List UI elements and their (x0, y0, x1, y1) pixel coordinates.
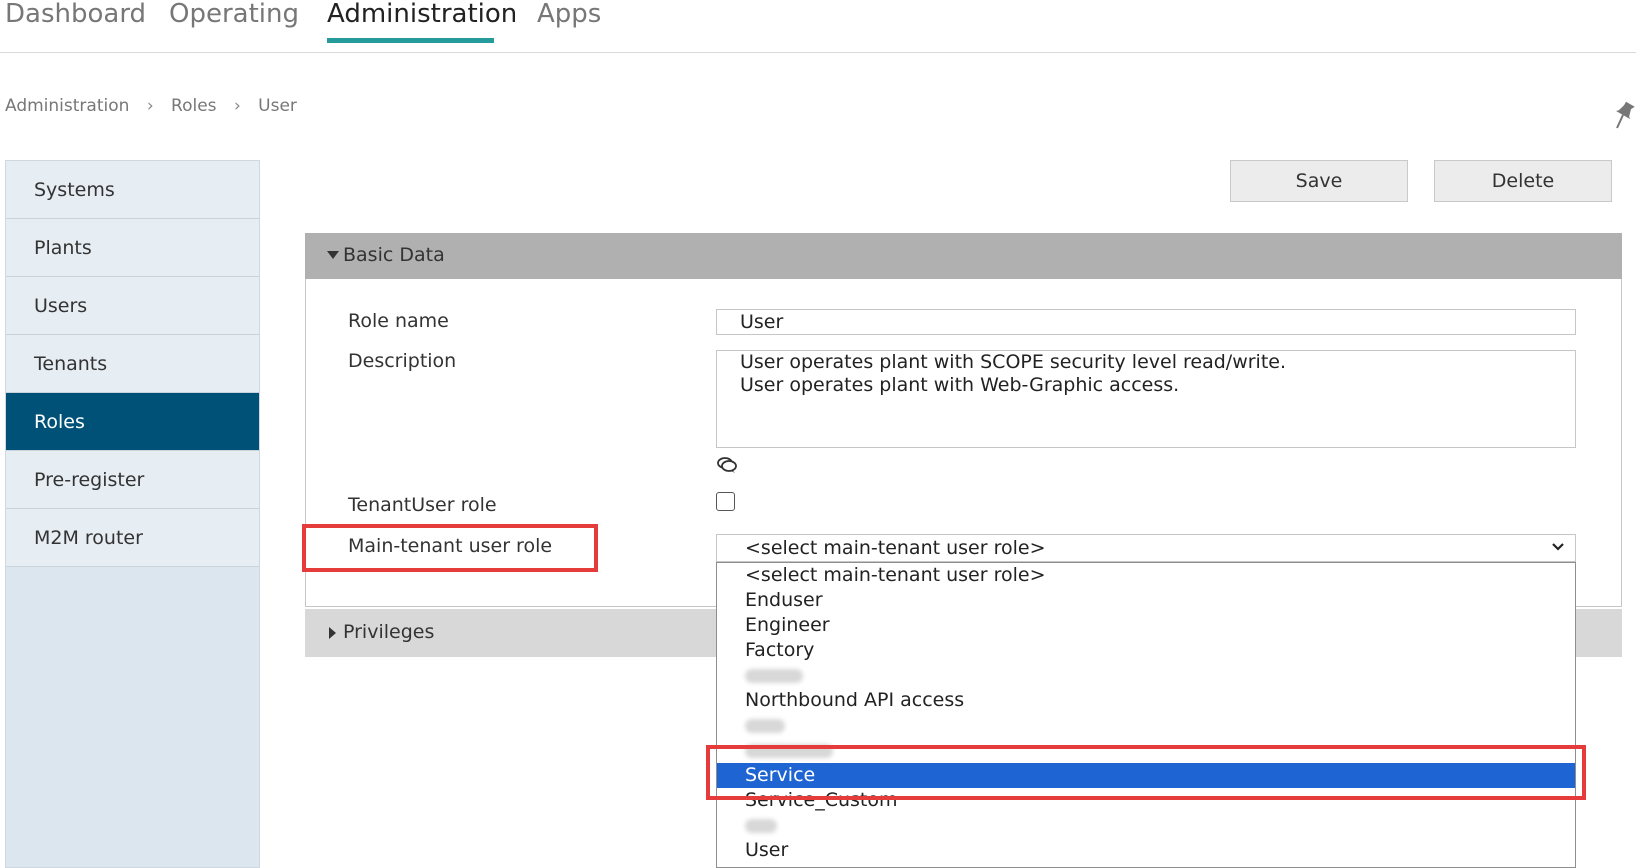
tab-apps[interactable]: Apps (537, 0, 601, 32)
breadcrumb-user: User (258, 96, 297, 116)
tenant-user-role-label: TenantUser role (348, 494, 497, 516)
delete-button[interactable]: Delete (1434, 160, 1612, 202)
caret-right-icon (329, 627, 336, 639)
sidebar-item-roles[interactable]: Roles (6, 393, 259, 451)
tab-operating[interactable]: Operating (169, 0, 299, 32)
highlight-box-service (706, 745, 1586, 800)
sidebar-item-m2m-router[interactable]: M2M router (6, 509, 259, 567)
dropdown-option-redacted[interactable] (717, 813, 1575, 838)
breadcrumb: Administration › Roles › User (5, 96, 297, 116)
top-navigation: Dashboard Operating Administration Apps (0, 0, 1636, 53)
sidebar-item-systems[interactable]: Systems (6, 161, 259, 219)
chevron-right-icon: › (233, 96, 241, 116)
breadcrumb-roles[interactable]: Roles (171, 96, 217, 116)
dropdown-option[interactable]: Engineer (717, 613, 1575, 638)
sidebar-item-plants[interactable]: Plants (6, 219, 259, 277)
dropdown-option-redacted[interactable] (717, 713, 1575, 738)
tab-administration[interactable]: Administration (327, 0, 517, 32)
main-tenant-role-dropdown-list: <select main-tenant user role> Enduser E… (716, 562, 1576, 868)
role-name-label: Role name (348, 310, 449, 332)
privileges-title: Privileges (343, 621, 435, 643)
sidebar: Systems Plants Users Tenants Roles Pre-r… (5, 160, 260, 868)
dropdown-option[interactable]: Northbound API access (717, 688, 1575, 713)
breadcrumb-administration[interactable]: Administration (5, 96, 129, 116)
comment-icon[interactable] (716, 456, 738, 474)
tenant-user-role-checkbox[interactable] (716, 492, 735, 511)
select-current-value: <select main-tenant user role> (745, 537, 1046, 559)
sidebar-item-users[interactable]: Users (6, 277, 259, 335)
active-tab-indicator (327, 38, 494, 43)
dropdown-option[interactable]: Enduser (717, 588, 1575, 613)
dropdown-option-redacted[interactable] (717, 663, 1575, 688)
dropdown-option[interactable]: <select main-tenant user role> (717, 563, 1575, 588)
tab-dashboard[interactable]: Dashboard (5, 0, 146, 32)
role-name-input[interactable]: User (716, 309, 1576, 335)
description-textarea[interactable]: User operates plant with SCOPE security … (716, 350, 1576, 448)
highlight-box-label (302, 524, 598, 572)
dropdown-option[interactable]: User (717, 838, 1575, 863)
save-button[interactable]: Save (1230, 160, 1408, 202)
sidebar-item-tenants[interactable]: Tenants (6, 335, 259, 393)
sidebar-item-pre-register[interactable]: Pre-register (6, 451, 259, 509)
description-line: User operates plant with Web-Graphic acc… (740, 374, 1180, 396)
dropdown-option[interactable]: Factory (717, 638, 1575, 663)
description-line: User operates plant with SCOPE security … (740, 351, 1287, 373)
basic-data-header[interactable]: Basic Data (305, 233, 1622, 279)
pin-icon[interactable] (1611, 100, 1635, 130)
main-tenant-user-role-select[interactable]: <select main-tenant user role> (716, 534, 1576, 562)
basic-data-title: Basic Data (343, 244, 445, 266)
chevron-down-icon (1552, 543, 1564, 551)
chevron-right-icon: › (146, 96, 154, 116)
caret-down-icon (327, 251, 339, 259)
description-label: Description (348, 350, 457, 372)
